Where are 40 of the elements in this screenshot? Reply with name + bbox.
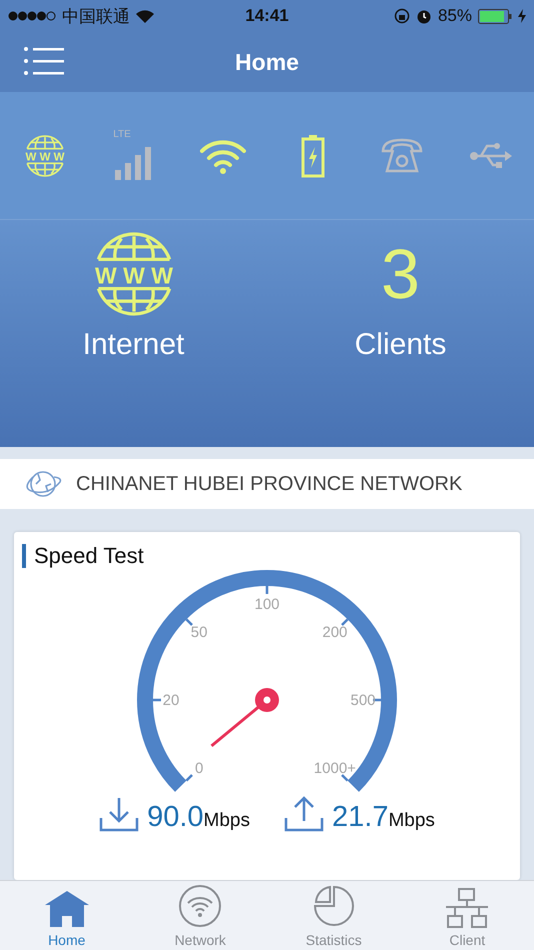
upload-icon (284, 796, 324, 832)
page-title: Home (235, 48, 299, 76)
upload-speed: 21.7 (332, 802, 388, 832)
battery-icon (478, 8, 512, 24)
wifi-icon (136, 10, 154, 22)
internet-label: Internet (82, 328, 184, 362)
download-icon (99, 796, 140, 832)
gauge-tick-label: 20 (162, 692, 180, 709)
upload-unit: Mbps (388, 810, 435, 832)
signal-dots-icon (8, 11, 56, 21)
client-count: 3 (381, 234, 420, 315)
gauge-tick-label: 100 (254, 596, 280, 613)
alarm-clock-icon (416, 8, 432, 24)
battery-percentage: 85% (438, 6, 472, 26)
rotation-lock-icon (394, 8, 410, 24)
menu-button[interactable] (22, 44, 66, 78)
gauge-needle (210, 688, 279, 748)
tab-bar-item[interactable]: Client (400, 881, 534, 950)
card-title: Speed Test (22, 544, 144, 568)
wifi-circle-icon (178, 884, 222, 928)
network-name: CHINANET HUBEI PROVINCE NETWORK (76, 472, 462, 496)
gauge-tick-label: 0 (194, 760, 204, 777)
planet-icon (24, 468, 62, 500)
gauge-tick-label: 500 (350, 692, 376, 709)
download-unit: Mbps (204, 810, 250, 832)
tab-bar-item[interactable]: Statistics (267, 881, 400, 950)
gauge-tick-label: 200 (322, 624, 348, 642)
status-time: 14:41 (245, 6, 289, 26)
gauge-tick-label: 1000+ (314, 760, 356, 777)
clients-label: Clients (354, 328, 446, 362)
charging-bolt-icon (518, 9, 526, 23)
pie-chart-icon (312, 884, 356, 928)
carrier-name: 中国联通 (62, 6, 130, 28)
download-speed: 90.0 (147, 802, 204, 832)
tab-bar-item[interactable]: Network (134, 881, 267, 950)
lte-label: LTE (113, 128, 131, 140)
tab-bar-item[interactable]: Home (0, 881, 134, 950)
gauge-tick-label: 50 (190, 624, 208, 642)
network-topology-icon (445, 888, 490, 928)
house-icon (44, 890, 90, 928)
